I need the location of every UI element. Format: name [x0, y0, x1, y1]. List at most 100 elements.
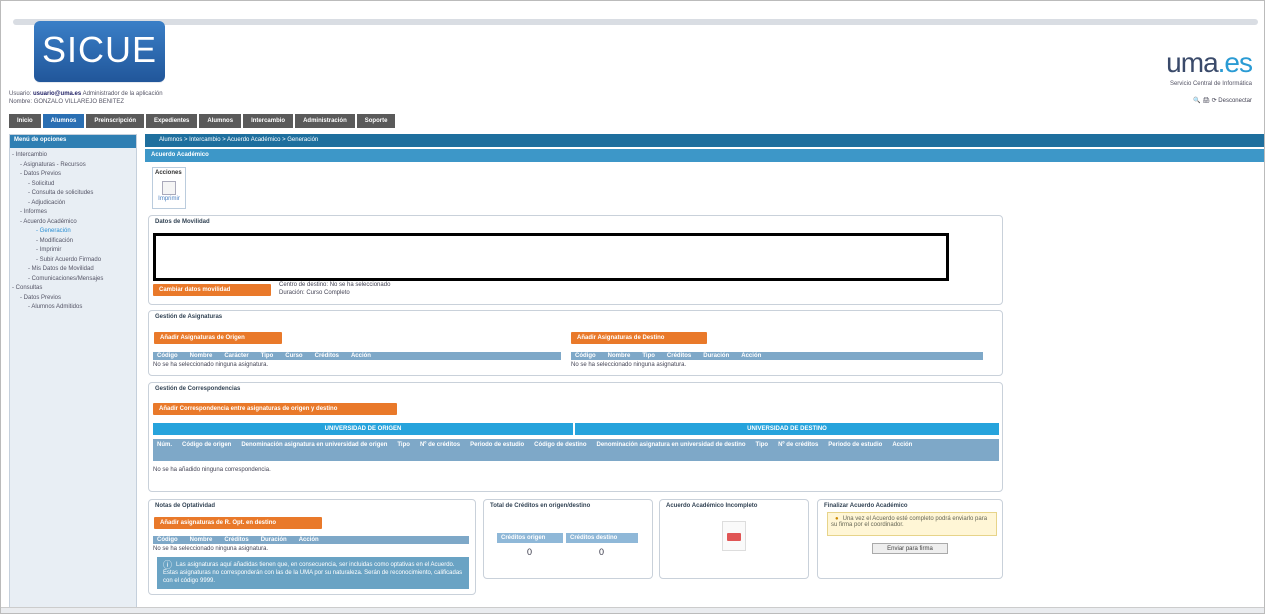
- sidebar-item[interactable]: - Mis Datos de Movilidad: [12, 265, 136, 275]
- sidebar-item[interactable]: - Generación: [12, 227, 136, 237]
- column-header: Periodo de estudio: [470, 442, 525, 448]
- uma-brand: uma.es Servicio Central de Informática 🔍…: [1166, 47, 1253, 104]
- main-menu: Inicio Alumnos Preinscripción Expediente…: [9, 114, 396, 128]
- sidebar-item[interactable]: - Alumnos Admitidos: [12, 303, 136, 313]
- centro-destino: Centro de destino: No se ha seleccionado: [279, 282, 391, 288]
- top-right-tools[interactable]: 🔍 🖨 ⟳ Desconectar: [1166, 97, 1252, 104]
- column-header: Tipo: [397, 442, 410, 448]
- sidebar: Menú de opciones - Intercambio - Asignatu…: [9, 134, 137, 609]
- mobility-title: Datos de Movilidad: [155, 219, 210, 225]
- breadcrumb: Alumnos > Intercambio > Acuerdo Académic…: [145, 134, 1264, 147]
- origin-empty-text: No se ha seleccionado ninguna asignatura…: [153, 362, 269, 368]
- correspondence-panel: Gestión de Correspondencias: [148, 382, 1003, 492]
- column-header: Denominación asignatura en universidad d…: [241, 442, 388, 448]
- top-decoration-bar: [13, 19, 1258, 25]
- column-header: Carácter: [224, 353, 249, 359]
- correspondence-empty-text: No se ha añadido ninguna correspondencia…: [153, 467, 271, 473]
- send-for-signature-button[interactable]: Enviar para firma: [872, 543, 948, 554]
- optativity-title: Notas de Optatividad: [155, 503, 216, 509]
- usuario-email: usuario@uma.es: [33, 91, 82, 97]
- finalize-warning: ● Una vez el Acuerdo esté completo podrá…: [827, 512, 997, 536]
- sidebar-item[interactable]: - Consulta de solicitudes: [12, 189, 136, 199]
- column-header: Duración: [260, 537, 287, 543]
- credits-destination-label: Créditos destino: [566, 533, 638, 543]
- uma-logo[interactable]: uma.es: [1166, 47, 1253, 79]
- menu-item-preinscripcion[interactable]: Preinscripción: [86, 114, 145, 128]
- page-title: Acuerdo Académico: [145, 149, 1264, 162]
- column-header: Código de origen: [182, 442, 232, 448]
- print-link[interactable]: Imprimir: [155, 196, 183, 202]
- browser-frame: SICUE Usuario: usuario@uma.es Administra…: [0, 0, 1265, 614]
- menu-item-administracion[interactable]: Administración: [295, 114, 355, 128]
- add-origin-subjects-button[interactable]: Añadir Asignaturas de Origen: [154, 332, 282, 344]
- sidebar-item[interactable]: - Datos Previos: [12, 170, 136, 180]
- mobility-info: Centro de destino: No se ha seleccionado…: [279, 281, 390, 297]
- column-header: Núm.: [157, 442, 172, 448]
- add-destination-subjects-button[interactable]: Añadir Asignaturas de Destino: [571, 332, 707, 344]
- menu-item-inicio[interactable]: Inicio: [9, 114, 41, 128]
- column-header: Tipo: [642, 353, 655, 359]
- nombre-label: Nombre:: [9, 99, 33, 105]
- optativity-info-text: Las asignaturas aquí añadidas tienen que…: [163, 562, 463, 584]
- sidebar-item[interactable]: - Adjudicación: [12, 199, 136, 209]
- origin-university-header: UNIVERSIDAD DE ORIGEN: [153, 423, 573, 435]
- column-header: Acción: [298, 537, 319, 543]
- menu-item-alumnos-2[interactable]: Alumnos: [199, 114, 242, 128]
- sidebar-item[interactable]: - Datos Previos: [12, 294, 136, 304]
- column-header: Código: [575, 353, 596, 359]
- footer-bar: [1, 607, 1264, 613]
- credits-origin-value: 0: [527, 547, 533, 557]
- origin-table-header: Código Nombre Carácter Tipo Curso Créditos Acc…: [153, 352, 561, 360]
- sidebar-item[interactable]: - Modificación: [12, 237, 136, 247]
- change-mobility-button[interactable]: Cambiar datos movilidad: [153, 284, 271, 296]
- optativity-info: ⓘ Las asignaturas aquí añadidas tienen q…: [157, 557, 469, 589]
- destination-empty-text: No se ha seleccionado ninguna asignatura…: [571, 362, 687, 368]
- finalize-title: Finalizar Acuerdo Académico: [824, 503, 908, 509]
- column-header: Código: [157, 537, 178, 543]
- column-header: Nº de créditos: [778, 442, 819, 448]
- sidebar-item[interactable]: - Asignaturas - Recursos: [12, 161, 136, 171]
- sidebar-list: - Intercambio - Asignaturas - Recursos - D…: [10, 148, 136, 313]
- column-header: Nombre: [607, 353, 631, 359]
- column-header: Acción: [892, 442, 913, 448]
- column-header: Acción: [741, 353, 762, 359]
- credits-destination-value: 0: [599, 547, 605, 557]
- redacted-area: [153, 233, 949, 281]
- column-header: Denominación asignatura en universidad d…: [596, 442, 746, 448]
- finalize-panel: Finalizar Acuerdo Académico: [817, 499, 1003, 579]
- credits-origin-label: Créditos origen: [497, 533, 563, 543]
- menu-item-expedientes[interactable]: Expedientes: [146, 114, 198, 128]
- usuario-role: Administrador de la aplicación: [82, 91, 163, 97]
- print-icon[interactable]: [162, 181, 176, 195]
- sidebar-item[interactable]: - Consultas: [12, 284, 136, 294]
- column-header: Periodo de estudio: [828, 442, 883, 448]
- menu-item-soporte[interactable]: Soporte: [356, 114, 396, 128]
- add-correspondence-button[interactable]: Añadir Correspondencia entre asignaturas…: [153, 403, 397, 415]
- optativity-table-header: Código Nombre Créditos Duración Acción: [153, 536, 469, 544]
- sidebar-item[interactable]: - Subir Acuerdo Firmado: [12, 256, 136, 266]
- menu-item-intercambio[interactable]: Intercambio: [243, 114, 294, 128]
- subjects-title: Gestión de Asignaturas: [155, 314, 223, 320]
- sidebar-item[interactable]: - Informes: [12, 208, 136, 218]
- sidebar-item[interactable]: - Imprimir: [12, 246, 136, 256]
- usuario-label: Usuario:: [9, 91, 32, 97]
- column-header: Nombre: [189, 537, 213, 543]
- actions-box: Acciones Imprimir: [152, 167, 186, 209]
- add-optativity-button[interactable]: Añadir asignaturas de R. Opt. en destino: [154, 517, 322, 529]
- sidebar-item[interactable]: - Acuerdo Académico: [12, 218, 136, 228]
- column-header: Curso: [285, 353, 303, 359]
- destination-university-header: UNIVERSIDAD DE DESTINO: [575, 423, 999, 435]
- sidebar-title: Menú de opciones: [10, 135, 136, 148]
- menu-item-alumnos[interactable]: Alumnos: [42, 114, 85, 128]
- sidebar-item[interactable]: - Comunicaciones/Mensajes: [12, 275, 136, 285]
- destination-table-header: Código Nombre Tipo Créditos Duración Acción: [571, 352, 983, 360]
- sicue-logo[interactable]: SICUE: [34, 21, 165, 82]
- duracion: Duración: Curso Completo: [279, 290, 350, 296]
- sidebar-item[interactable]: - Solicitud: [12, 180, 136, 190]
- finalize-warning-text: Una vez el Acuerdo esté completo podrá e…: [831, 516, 988, 528]
- correspondence-table-header: Núm. Código de origen Denominación asignat…: [153, 439, 999, 461]
- column-header: Créditos: [314, 353, 339, 359]
- column-header: Código de destino: [534, 442, 587, 448]
- incomplete-title: Acuerdo Académico Incompleto: [666, 503, 758, 509]
- sidebar-item[interactable]: - Intercambio: [12, 151, 136, 161]
